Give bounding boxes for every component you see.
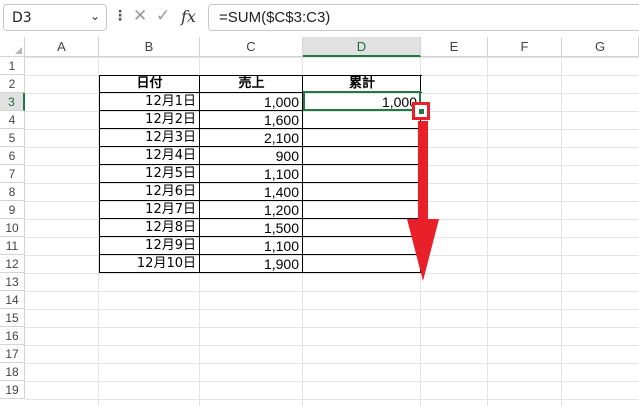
sales-cell[interactable]: 1,500 xyxy=(200,219,303,237)
table-border xyxy=(99,146,422,147)
row-header-6[interactable]: 6 xyxy=(0,147,25,165)
row-header-7[interactable]: 7 xyxy=(0,165,25,183)
cumulative-cell[interactable] xyxy=(303,255,421,273)
date-cell[interactable]: 12月8日 xyxy=(99,219,200,237)
row-header-14[interactable]: 14 xyxy=(0,291,25,309)
date-cell[interactable]: 12月10日 xyxy=(99,255,200,273)
row-header-17[interactable]: 17 xyxy=(0,345,25,363)
row-header-15[interactable]: 15 xyxy=(0,309,25,327)
cumulative-cell[interactable] xyxy=(303,111,421,129)
cumulative-cell[interactable] xyxy=(303,237,421,255)
formula-bar: D3 ⌄ ⋮ ✕ ✓ fx =SUM($C$3:C3) xyxy=(0,0,639,36)
column-gridline xyxy=(487,57,488,406)
more-options-icon[interactable]: ⋮ xyxy=(113,8,127,24)
date-header[interactable]: 日付 xyxy=(99,75,200,93)
row-header-3[interactable]: 3 xyxy=(0,93,25,111)
row-header-18[interactable]: 18 xyxy=(0,363,25,381)
date-cell[interactable]: 12月1日 xyxy=(99,93,200,111)
name-box-value: D3 xyxy=(12,10,32,26)
select-all-button[interactable] xyxy=(0,37,25,57)
cumulative-cell[interactable] xyxy=(303,219,421,237)
column-header-a[interactable]: A xyxy=(25,37,99,57)
date-cell[interactable]: 12月2日 xyxy=(99,111,200,129)
sales-cell[interactable]: 1,900 xyxy=(200,255,303,273)
cancel-icon[interactable]: ✕ xyxy=(133,6,147,26)
column-header-c[interactable]: C xyxy=(200,37,303,57)
column-header-g[interactable]: G xyxy=(562,37,639,57)
table-border xyxy=(99,200,422,201)
row-header-13[interactable]: 13 xyxy=(0,273,25,291)
column-header-b[interactable]: B xyxy=(99,37,200,57)
date-cell[interactable]: 12月7日 xyxy=(99,201,200,219)
column-header-e[interactable]: E xyxy=(421,37,488,57)
cumulative-cell[interactable] xyxy=(303,201,421,219)
sales-cell[interactable]: 1,400 xyxy=(200,183,303,201)
date-cell[interactable]: 12月6日 xyxy=(99,183,200,201)
date-cell[interactable]: 12月9日 xyxy=(99,237,200,255)
table-border xyxy=(99,128,422,129)
row-header-11[interactable]: 11 xyxy=(0,237,25,255)
row-header-2[interactable]: 2 xyxy=(0,75,25,93)
formula-text: =SUM($C$3:C3) xyxy=(219,9,331,26)
table-border xyxy=(199,75,200,273)
date-cell[interactable]: 12月4日 xyxy=(99,147,200,165)
sales-cell[interactable]: 1,200 xyxy=(200,201,303,219)
table-border xyxy=(99,272,422,273)
sales-cell[interactable]: 1,100 xyxy=(200,165,303,183)
table-border xyxy=(99,75,422,76)
sales-cell[interactable]: 1,000 xyxy=(200,93,303,111)
date-cell[interactable]: 12月3日 xyxy=(99,129,200,147)
sales-cell[interactable]: 2,100 xyxy=(200,129,303,147)
column-gridline xyxy=(561,57,562,406)
column-header-d[interactable]: D xyxy=(303,37,421,57)
fill-handle-highlight[interactable] xyxy=(412,102,430,120)
sales-cell[interactable]: 1,100 xyxy=(200,237,303,255)
name-box[interactable]: D3 ⌄ xyxy=(3,4,107,31)
cumulative-cell[interactable] xyxy=(303,183,421,201)
sales-cell[interactable]: 900 xyxy=(200,147,303,165)
column-header-f[interactable]: F xyxy=(488,37,562,57)
row-header-4[interactable]: 4 xyxy=(0,111,25,129)
table-border xyxy=(99,236,422,237)
table-border xyxy=(99,164,422,165)
table-border xyxy=(99,75,100,273)
cumulative-cell[interactable] xyxy=(303,147,421,165)
fill-handle[interactable] xyxy=(419,109,424,114)
row-header-12[interactable]: 12 xyxy=(0,255,25,273)
row-header-5[interactable]: 5 xyxy=(0,129,25,147)
row-header-10[interactable]: 10 xyxy=(0,219,25,237)
row-header-9[interactable]: 9 xyxy=(0,201,25,219)
table-border xyxy=(99,254,422,255)
table-border xyxy=(99,218,422,219)
down-arrow-icon xyxy=(407,121,439,281)
date-cell[interactable]: 12月5日 xyxy=(99,165,200,183)
formula-input[interactable]: =SUM($C$3:C3) xyxy=(208,4,639,31)
sales-cell[interactable]: 1,600 xyxy=(200,111,303,129)
table-border xyxy=(99,182,422,183)
active-cell-selection[interactable] xyxy=(303,91,421,111)
spreadsheet-grid: ABCDEFG 1 2 3 4 5 6 7 8 9 10 11 12 13 14 15 16 17 18 19 日付… xyxy=(0,37,639,406)
row-header-1[interactable]: 1 xyxy=(0,57,25,75)
enter-icon[interactable]: ✓ xyxy=(156,6,170,26)
cumulative-cell[interactable] xyxy=(303,129,421,147)
row-header-8[interactable]: 8 xyxy=(0,183,25,201)
cumulative-cell[interactable] xyxy=(303,165,421,183)
sales-header[interactable]: 売上 xyxy=(200,75,303,93)
row-header-19[interactable]: 19 xyxy=(0,381,25,399)
chevron-down-icon[interactable]: ⌄ xyxy=(90,9,100,23)
insert-function-icon[interactable]: fx xyxy=(181,7,196,26)
row-header-16[interactable]: 16 xyxy=(0,327,25,345)
